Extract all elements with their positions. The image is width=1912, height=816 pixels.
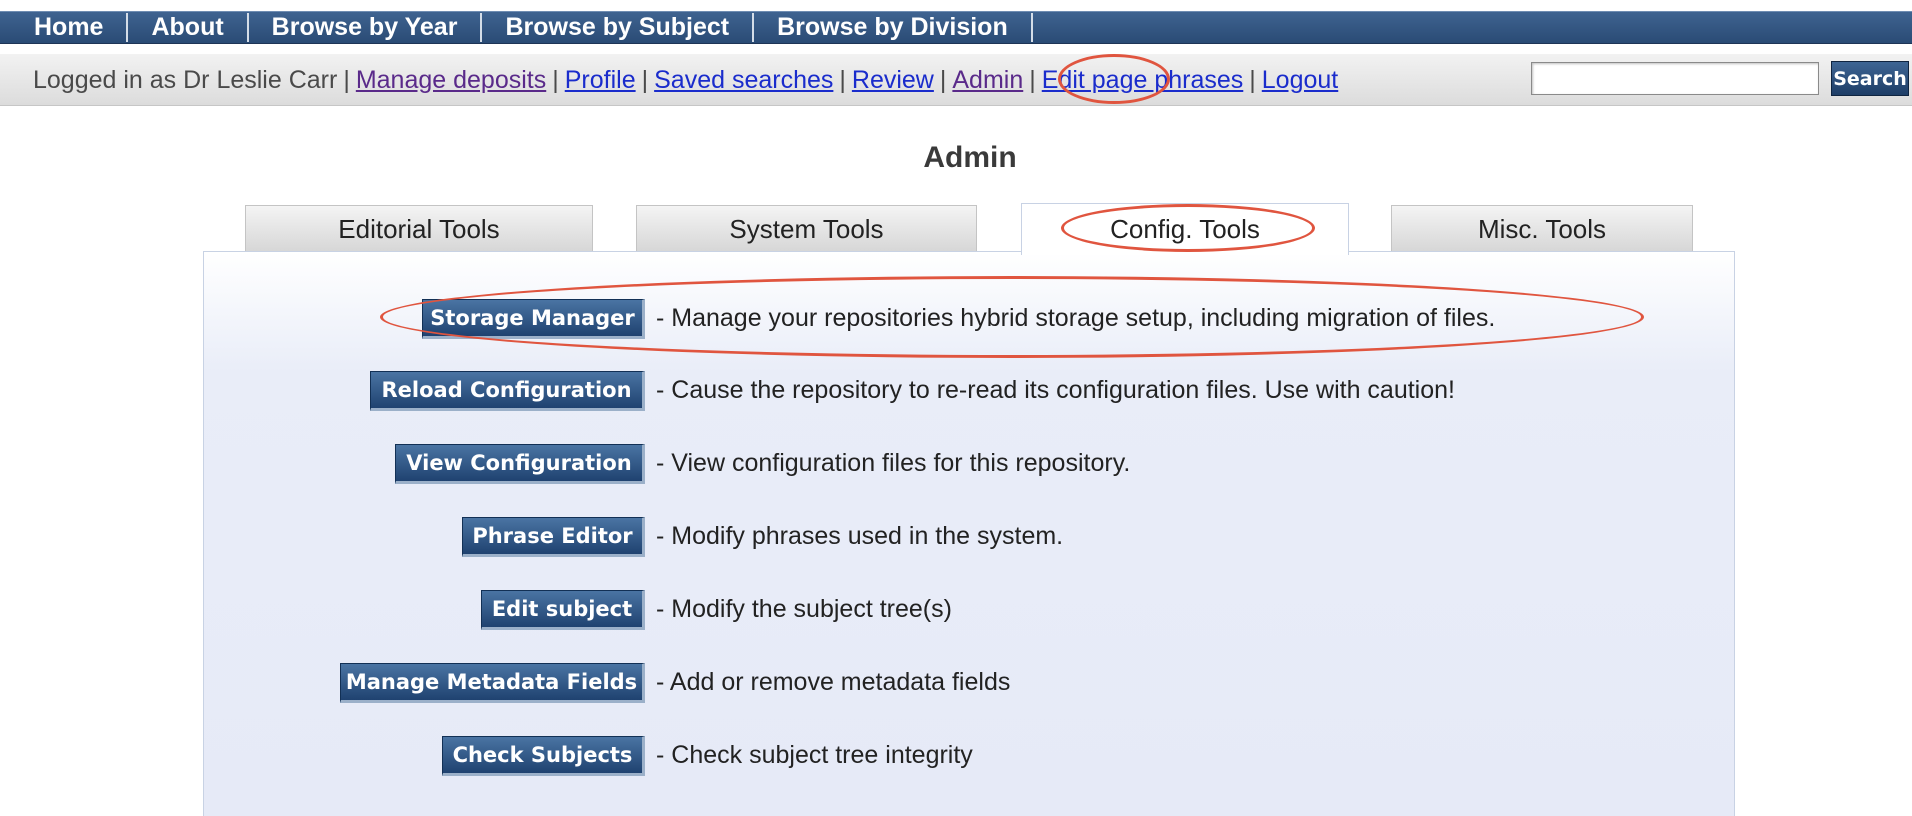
tab-editorial-tools[interactable]: Editorial Tools bbox=[245, 205, 593, 252]
tool-row: Check Subjects - Check subject tree inte… bbox=[0, 736, 1912, 776]
edit-page-phrases-link[interactable]: Edit page phrases bbox=[1042, 66, 1244, 95]
admin-link[interactable]: Admin bbox=[952, 66, 1023, 95]
nav-about[interactable]: About bbox=[128, 13, 249, 42]
tool-description: - View configuration files for this repo… bbox=[656, 449, 1131, 477]
admin-page: Home About Browse by Year Browse by Subj… bbox=[0, 0, 1912, 816]
manage-metadata-fields-button[interactable]: Manage Metadata Fields bbox=[340, 663, 645, 703]
tab-config-tools[interactable]: Config. Tools bbox=[1021, 203, 1349, 255]
saved-searches-link[interactable]: Saved searches bbox=[654, 66, 833, 95]
separator: | bbox=[1249, 65, 1256, 94]
check-subjects-button[interactable]: Check Subjects bbox=[442, 736, 645, 776]
nav-home[interactable]: Home bbox=[12, 13, 129, 42]
manage-deposits-link[interactable]: Manage deposits bbox=[356, 66, 546, 95]
search-input[interactable] bbox=[1531, 62, 1819, 95]
tab-misc-tools[interactable]: Misc. Tools bbox=[1391, 205, 1693, 252]
nav-browse-by-division[interactable]: Browse by Division bbox=[754, 13, 1033, 42]
storage-manager-button[interactable]: Storage Manager bbox=[422, 299, 645, 339]
review-link[interactable]: Review bbox=[852, 66, 934, 95]
tool-row: Phrase Editor - Modify phrases used in t… bbox=[0, 517, 1912, 557]
main-nav: Home About Browse by Year Browse by Subj… bbox=[0, 11, 1912, 44]
profile-link[interactable]: Profile bbox=[565, 66, 636, 95]
tool-description: - Check subject tree integrity bbox=[656, 741, 973, 769]
tool-row: View Configuration - View configuration … bbox=[0, 444, 1912, 484]
tool-row: Storage Manager - Manage your repositori… bbox=[0, 299, 1912, 339]
tool-description: - Add or remove metadata fields bbox=[656, 668, 1011, 696]
tool-description: - Modify the subject tree(s) bbox=[656, 595, 952, 623]
separator: | bbox=[839, 65, 846, 94]
tool-row: Reload Configuration - Cause the reposit… bbox=[0, 371, 1912, 411]
nav-browse-by-subject[interactable]: Browse by Subject bbox=[482, 13, 755, 42]
separator: | bbox=[641, 65, 649, 94]
nav-browse-by-year[interactable]: Browse by Year bbox=[249, 13, 483, 42]
tool-row: Manage Metadata Fields - Add or remove m… bbox=[0, 663, 1912, 703]
page-title: Admin bbox=[923, 141, 1017, 174]
tool-description: - Modify phrases used in the system. bbox=[656, 522, 1064, 550]
user-bar: Logged in as Dr Leslie Carr | Manage dep… bbox=[0, 54, 1912, 106]
phrase-editor-button[interactable]: Phrase Editor bbox=[462, 517, 645, 557]
tool-description: - Manage your repositories hybrid storag… bbox=[656, 304, 1496, 332]
separator: | bbox=[343, 65, 350, 94]
user-links: Logged in as Dr Leslie Carr | Manage dep… bbox=[33, 62, 1338, 98]
separator: | bbox=[939, 65, 947, 94]
logged-in-text: Logged in as Dr Leslie Carr bbox=[33, 65, 338, 94]
view-configuration-button[interactable]: View Configuration bbox=[395, 444, 645, 484]
tool-description: - Cause the repository to re-read its co… bbox=[656, 376, 1455, 404]
tab-system-tools[interactable]: System Tools bbox=[636, 205, 977, 252]
tool-row: Edit subject - Modify the subject tree(s… bbox=[0, 590, 1912, 630]
logout-link[interactable]: Logout bbox=[1262, 66, 1338, 95]
edit-subject-button[interactable]: Edit subject bbox=[481, 590, 645, 630]
separator: | bbox=[552, 65, 559, 94]
search-button[interactable]: Search bbox=[1831, 61, 1909, 96]
separator: | bbox=[1029, 65, 1036, 94]
reload-configuration-button[interactable]: Reload Configuration bbox=[370, 371, 645, 411]
